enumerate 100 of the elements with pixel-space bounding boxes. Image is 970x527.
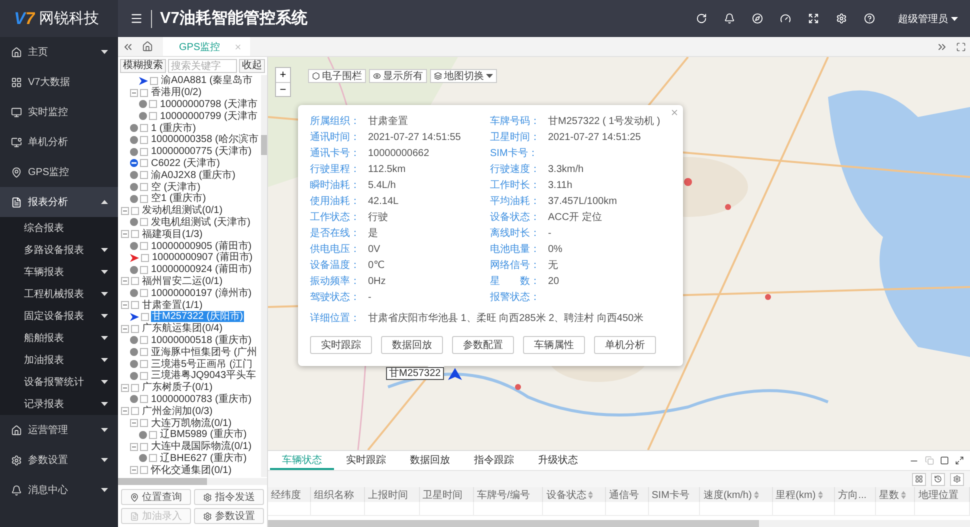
menu-item[interactable]: 报表分析 (0, 187, 118, 217)
column-header[interactable]: 方向... (834, 487, 876, 502)
submenu-item[interactable]: 多路设备报表 (0, 239, 118, 261)
settings-button[interactable] (834, 11, 849, 26)
scrollbar[interactable] (268, 520, 970, 527)
checkbox[interactable] (131, 277, 139, 286)
popup-button[interactable]: 单机分析 (594, 336, 656, 354)
checkbox[interactable] (140, 372, 148, 380)
checkbox[interactable] (141, 254, 149, 262)
arrow-icon[interactable] (448, 368, 462, 380)
checkbox[interactable] (131, 407, 139, 416)
tree-item[interactable]: 10000000358 (哈尔滨市 (150, 134, 260, 146)
column-header[interactable]: 星数 (876, 487, 915, 502)
close-icon[interactable] (234, 42, 242, 50)
fuzzy-search-button[interactable]: 模糊搜索 (120, 59, 166, 73)
checkbox[interactable] (149, 112, 157, 120)
tree-item[interactable]: 亚海豚中恒集团号 (广州 (150, 346, 258, 358)
menu-item[interactable]: 消息中心 (0, 475, 118, 505)
tab[interactable]: 升级状态 (526, 451, 590, 470)
search-field[interactable]: 搜索关键字 (168, 59, 237, 73)
collapse-toggle[interactable] (121, 277, 129, 286)
menu-item[interactable]: 运营管理 (0, 415, 118, 445)
tab[interactable]: 指令跟踪 (462, 451, 526, 470)
submenu-item[interactable]: 记录报表 (0, 393, 118, 415)
popup-button[interactable]: 车辆属性 (523, 336, 585, 354)
collapse-toggle[interactable] (121, 206, 129, 215)
checkbox[interactable] (140, 395, 148, 404)
checkbox[interactable] (140, 242, 148, 250)
menu-item[interactable]: 实时监控 (0, 97, 118, 127)
checkbox[interactable] (131, 206, 139, 215)
checkbox[interactable] (140, 289, 148, 298)
tree-item[interactable]: 空 (天津市) (150, 182, 202, 193)
menu-button[interactable] (130, 12, 143, 25)
refresh-button[interactable] (694, 11, 709, 26)
fullscreen-button[interactable] (955, 456, 964, 465)
column-header[interactable]: 设备状态 (542, 487, 606, 502)
tree-item[interactable]: 发电机组测试 (天津市) (150, 216, 252, 228)
column-header[interactable]: 里程(km) (772, 487, 835, 502)
tree-item[interactable]: 香港用(0/2) (150, 87, 203, 98)
tree-item[interactable]: 大连万凯物流(0/1) (150, 418, 233, 428)
column-header[interactable]: 卫星时间 (419, 487, 474, 502)
settings-button[interactable] (950, 472, 964, 486)
checkbox[interactable] (141, 312, 149, 321)
collapse-toggle[interactable] (121, 407, 129, 416)
column-header[interactable]: 经纬度 (268, 487, 310, 502)
column-header[interactable]: 车牌号/编号 (474, 487, 543, 502)
scrollbar[interactable] (118, 478, 267, 485)
checkbox[interactable] (140, 159, 148, 168)
tree-item[interactable]: C6022 (天津市) (150, 158, 221, 169)
collapse-toggle[interactable] (121, 324, 129, 333)
column-header[interactable]: 地理位置 (914, 487, 970, 502)
refresh-button[interactable] (931, 472, 945, 486)
checkbox[interactable] (131, 301, 139, 310)
close-button[interactable] (670, 108, 679, 117)
checkbox[interactable] (149, 430, 157, 439)
tree-item[interactable]: 福州冒安二运(0/1) (141, 276, 224, 287)
checkbox[interactable] (140, 194, 148, 203)
checkbox[interactable] (131, 384, 139, 392)
checkbox[interactable] (140, 348, 148, 356)
checkbox[interactable] (131, 324, 139, 333)
menu-item[interactable]: 主页 (0, 37, 118, 67)
submenu-item[interactable]: 车辆报表 (0, 261, 118, 283)
submenu-item[interactable]: 固定设备报表 (0, 305, 118, 327)
tree-item[interactable]: 甘肃奎置(1/1) (141, 300, 204, 311)
tree-item[interactable]: 辽BM5989 (重庆市) (159, 429, 248, 440)
popup-button[interactable]: 实时跟踪 (310, 336, 372, 354)
checkbox[interactable] (140, 336, 148, 344)
checkbox[interactable] (140, 360, 148, 368)
checkbox[interactable] (140, 124, 148, 132)
checkbox[interactable] (140, 171, 148, 180)
submenu-item[interactable]: 船舶报表 (0, 327, 118, 349)
column-header[interactable]: 上报时间 (364, 487, 420, 502)
checkbox[interactable] (149, 100, 157, 108)
submenu-item[interactable]: 工程机械报表 (0, 283, 118, 305)
tree-item[interactable]: 渝A0J2X8 (重庆市) (150, 170, 236, 181)
submenu-item[interactable]: 综合报表 (0, 217, 118, 239)
tree-item[interactable]: 广州金润加(0/3) (141, 406, 214, 417)
collapse-toggle[interactable] (130, 88, 138, 97)
collapse-toggle[interactable] (130, 442, 138, 451)
popup-button[interactable]: 数据回放 (381, 336, 443, 354)
user-menu[interactable]: 超级管理员 (898, 12, 958, 26)
popup-button[interactable]: 参数配置 (452, 336, 514, 354)
tree-item[interactable]: 10000000783 (重庆市) (150, 394, 253, 405)
checkbox[interactable] (140, 218, 148, 226)
restore-button[interactable] (925, 456, 934, 465)
help-button[interactable] (862, 11, 877, 26)
tree-item[interactable]: 福建项目(1/3) (141, 228, 204, 240)
tree-item[interactable]: 三境港粤JQ9043平头车 (150, 370, 258, 382)
scrollbar[interactable] (261, 75, 267, 477)
tree-item[interactable]: 10000000775 (天津市) (150, 146, 253, 158)
fullscreen-button[interactable] (806, 11, 821, 26)
tree-item[interactable]: 广东航运集团(0/4) (141, 323, 224, 334)
tree-item[interactable]: 10000000905 (莆田市) (150, 240, 253, 252)
menu-item[interactable]: GPS监控 (0, 157, 118, 187)
collapse-toggle[interactable] (130, 419, 138, 427)
checkbox[interactable] (140, 88, 148, 97)
submenu-item[interactable]: 加油报表 (0, 349, 118, 371)
maximize-button[interactable] (940, 456, 949, 465)
checkbox[interactable] (140, 183, 148, 192)
tree-item[interactable]: 空1 (重庆市) (150, 193, 207, 204)
